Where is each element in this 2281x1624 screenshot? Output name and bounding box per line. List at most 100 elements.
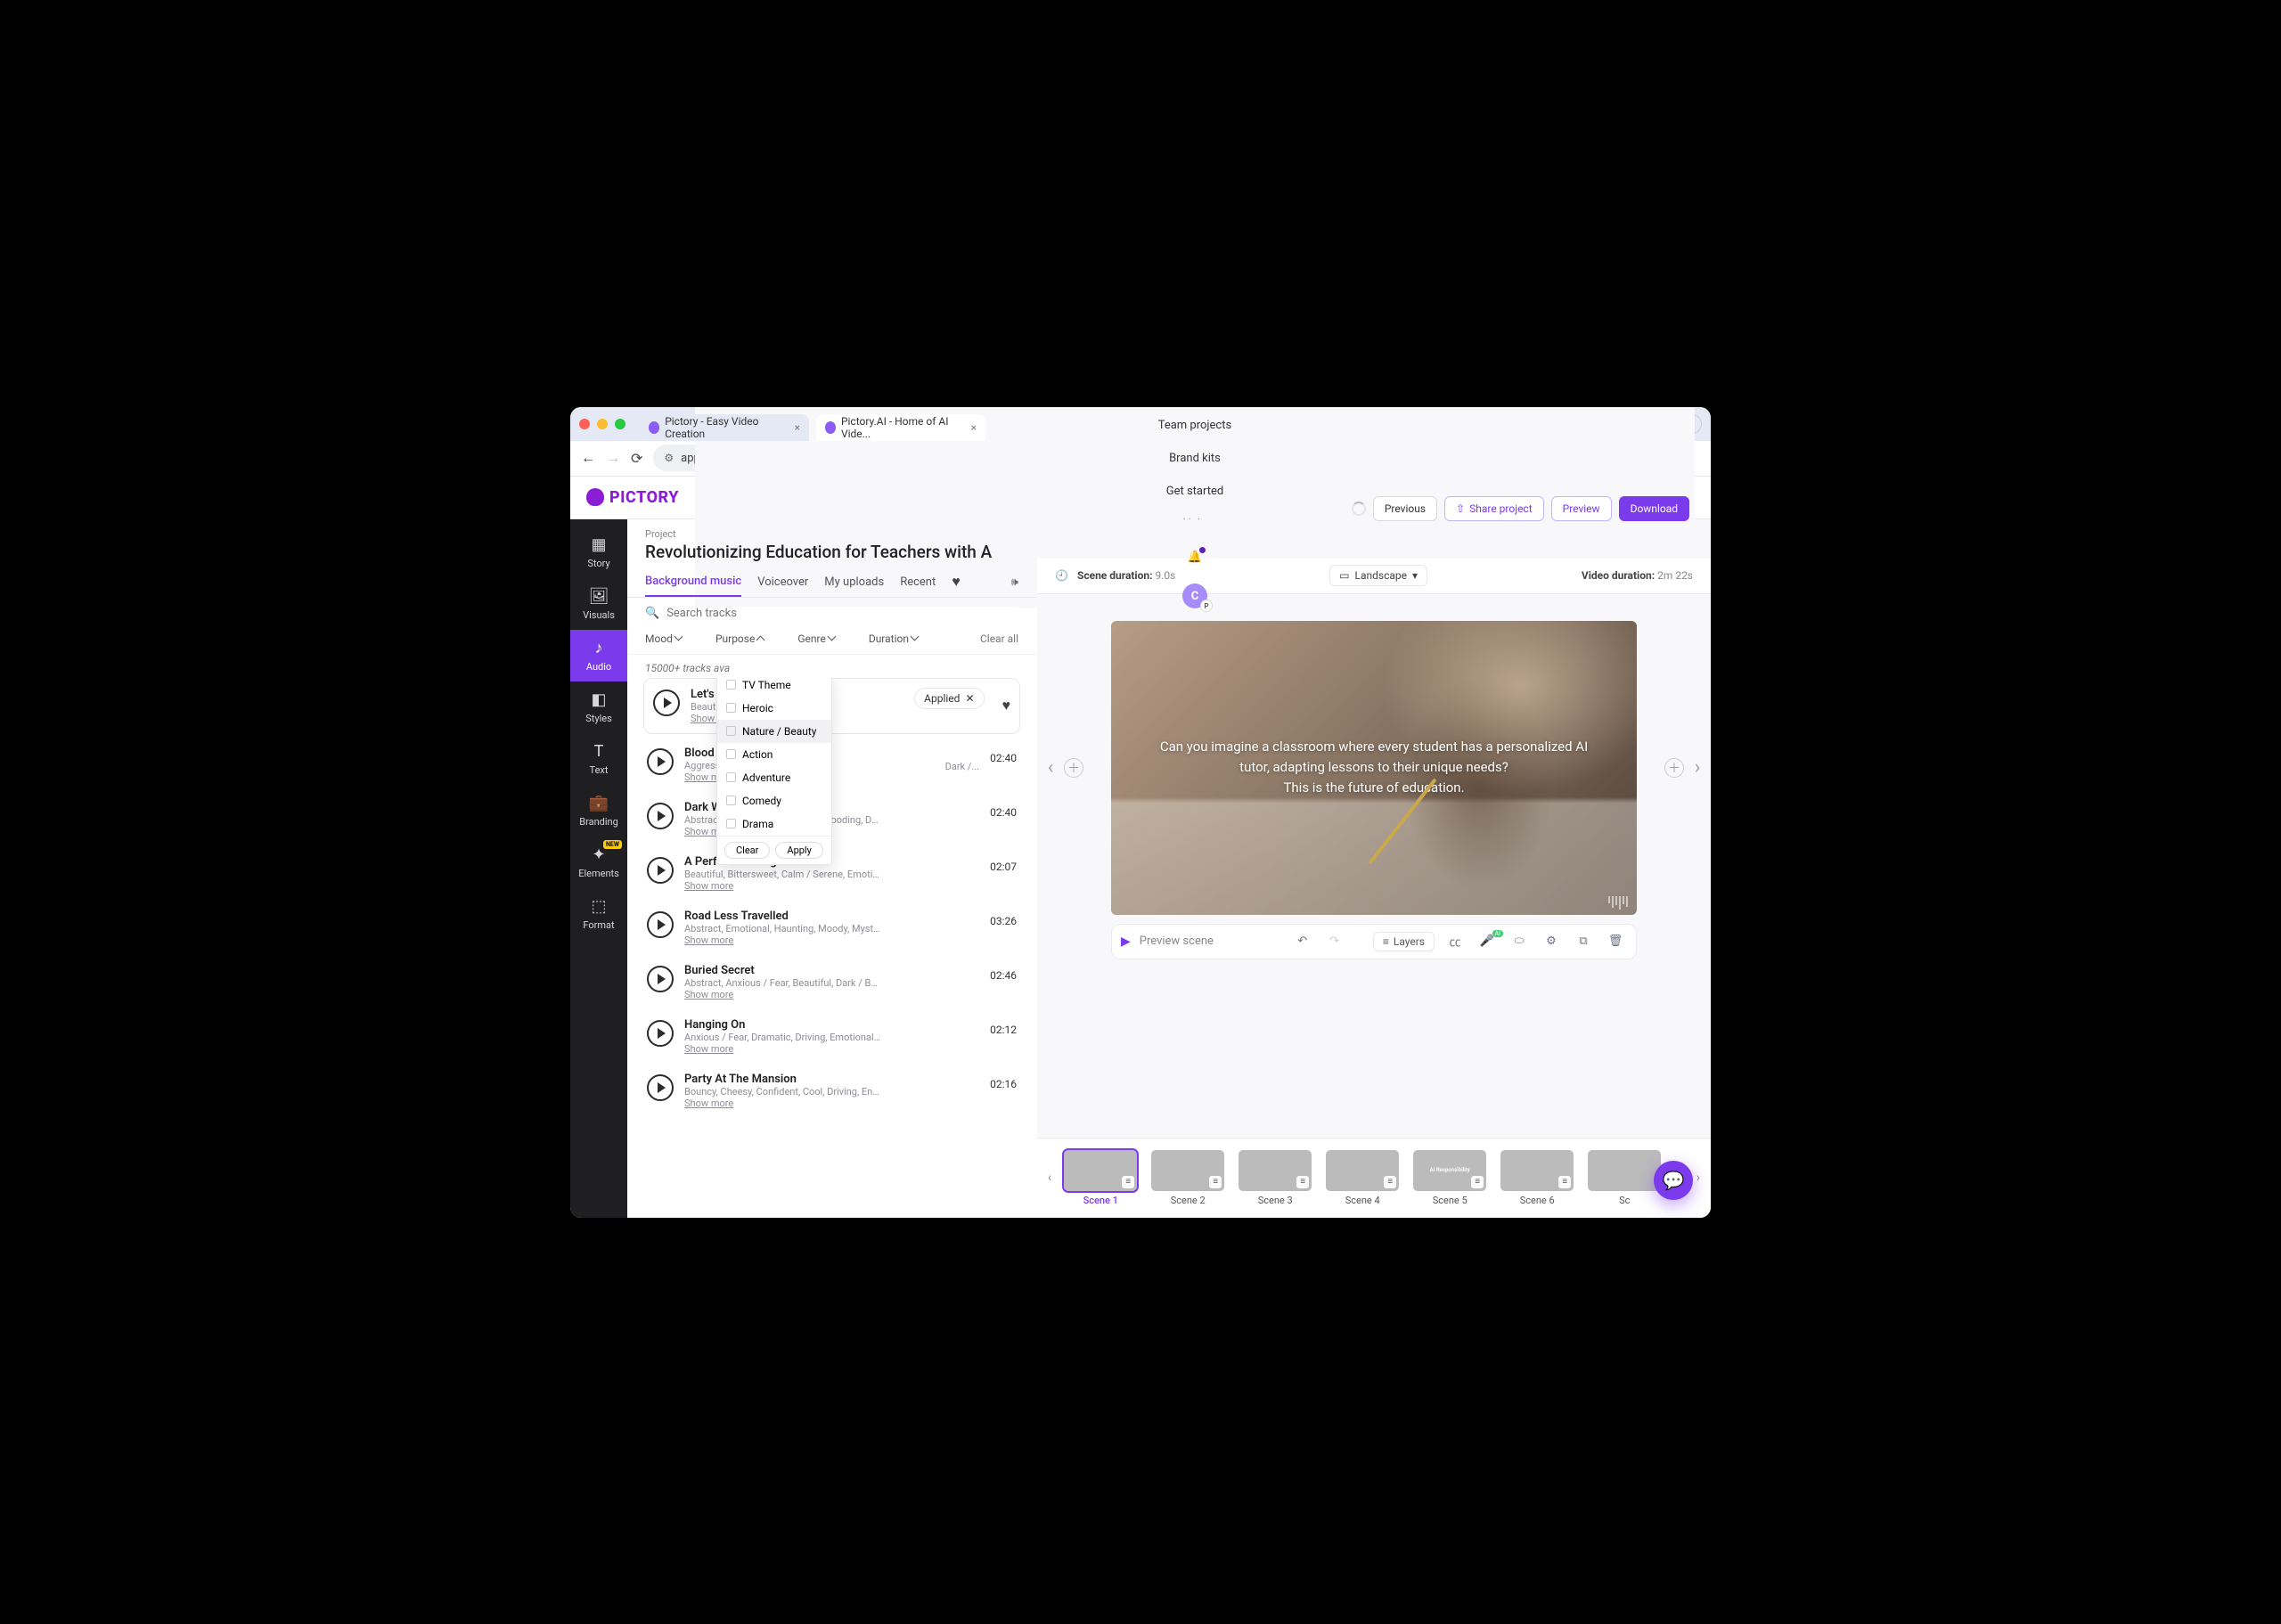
show-more-link[interactable]: Show more xyxy=(684,1098,979,1109)
preview-button[interactable]: Preview xyxy=(1551,519,1612,521)
voiceover-icon[interactable]: 🎤AI xyxy=(1476,934,1499,948)
filter-mood[interactable]: Mood xyxy=(645,632,683,645)
download-button[interactable]: Download xyxy=(1619,519,1689,521)
notifications-icon[interactable]: 🔔 xyxy=(1188,551,1202,564)
caption-line: This is the future of education. xyxy=(1283,778,1464,798)
track-duration: 02:46 xyxy=(990,964,1017,982)
play-icon[interactable] xyxy=(647,803,674,829)
add-scene-after-button[interactable]: ＋ xyxy=(1664,758,1684,778)
brand-kits-link[interactable]: Brand kits xyxy=(1169,452,1221,465)
stack-icon: ≡ xyxy=(1384,1176,1396,1188)
play-icon[interactable] xyxy=(647,857,674,884)
notification-dot xyxy=(1199,547,1206,553)
play-icon[interactable] xyxy=(647,748,674,775)
dropdown-option[interactable]: Heroic xyxy=(717,697,831,720)
tab-my-uploads[interactable]: My uploads xyxy=(824,568,884,596)
option-label: Adventure xyxy=(742,771,790,784)
dropdown-option[interactable]: TV Theme xyxy=(717,678,831,697)
dropdown-option[interactable]: Action xyxy=(717,743,831,766)
applied-chip[interactable]: Applied✕ xyxy=(914,688,984,709)
play-icon[interactable] xyxy=(647,1020,674,1047)
play-icon[interactable] xyxy=(647,911,674,938)
dropdown-option[interactable]: Drama xyxy=(717,812,831,836)
maximize-window-icon[interactable] xyxy=(615,419,625,429)
dropdown-option[interactable]: Comedy xyxy=(717,789,831,812)
play-icon[interactable] xyxy=(647,1074,674,1101)
dropdown-apply-button[interactable]: Apply xyxy=(775,842,822,859)
close-icon[interactable]: ✕ xyxy=(965,692,974,705)
minimize-window-icon[interactable] xyxy=(597,419,608,429)
track-row: Party At The MansionBouncy, Cheesy, Conf… xyxy=(643,1064,1020,1118)
rail-story[interactable]: ▦Story xyxy=(570,526,627,578)
show-more-link[interactable]: Show more xyxy=(684,880,979,892)
prev-scene-arrow-icon[interactable]: ‹ xyxy=(1041,753,1060,783)
audio-panel: Project Revolutionizing Education for Te… xyxy=(627,519,1037,1218)
reload-icon[interactable]: ⟳ xyxy=(631,450,642,467)
audio-subtabs: Background music Voiceover My uploads Re… xyxy=(627,567,1036,598)
scene-thumb[interactable]: ≡Scene 5 xyxy=(1411,1150,1488,1206)
back-icon[interactable]: ← xyxy=(581,449,595,467)
forward-icon[interactable]: → xyxy=(606,449,620,467)
dropdown-clear-button[interactable]: Clear xyxy=(724,842,770,859)
scene-thumb[interactable]: ≡Scene 3 xyxy=(1237,1150,1313,1206)
pictory-logo[interactable]: PICTORY xyxy=(586,488,679,507)
scene-thumb[interactable]: ≡Scene 1 xyxy=(1062,1150,1139,1206)
site-info-icon[interactable]: ⚙ xyxy=(664,452,674,464)
close-tab-icon[interactable]: × xyxy=(971,421,977,434)
rail-visuals[interactable]: 🖼Visuals xyxy=(570,578,627,630)
close-window-icon[interactable] xyxy=(579,419,590,429)
scene-thumb[interactable]: Sc xyxy=(1586,1150,1663,1206)
intercom-chat-button[interactable]: 💬 xyxy=(1654,1161,1693,1200)
dropdown-option[interactable]: Nature / Beauty xyxy=(717,720,831,743)
caption-overlay[interactable]: Can you imagine a classroom where every … xyxy=(1111,621,1637,915)
track-list[interactable]: TV Theme Heroic Nature / Beauty Action A… xyxy=(627,678,1036,1218)
browser-tab[interactable]: Pictory - Easy Video Creation × xyxy=(640,414,809,441)
volume-icon[interactable]: 🕪 xyxy=(1011,575,1018,589)
scene-label: Scene 5 xyxy=(1433,1195,1468,1206)
rail-styles[interactable]: ◧Styles xyxy=(570,681,627,733)
rail-text[interactable]: TText xyxy=(570,733,627,785)
scroll-right-icon[interactable]: › xyxy=(1696,1171,1700,1185)
track-duration: 02:40 xyxy=(990,747,1017,764)
scene-canvas[interactable]: Can you imagine a classroom where every … xyxy=(1111,621,1637,915)
add-scene-before-button[interactable]: ＋ xyxy=(1064,758,1083,778)
filter-genre[interactable]: Genre xyxy=(797,632,836,645)
show-more-link[interactable]: Show more xyxy=(684,934,979,946)
previous-button[interactable]: Previous xyxy=(1373,519,1437,521)
show-more-link[interactable]: Show more xyxy=(684,1043,979,1055)
format-icon: ⬚ xyxy=(591,897,606,916)
next-scene-arrow-icon[interactable]: › xyxy=(1688,753,1707,783)
close-tab-icon[interactable]: × xyxy=(795,421,800,434)
project-title[interactable]: Revolutionizing Education for Teachers w… xyxy=(645,542,1018,562)
favorite-icon[interactable]: ♥ xyxy=(1002,697,1011,714)
scroll-left-icon[interactable]: ‹ xyxy=(1048,1171,1051,1185)
scene-thumb[interactable]: ≡Scene 4 xyxy=(1324,1150,1401,1206)
tab-background-music[interactable]: Background music xyxy=(645,567,741,597)
browser-tab-active[interactable]: Pictory.AI - Home of AI Vide... × xyxy=(816,414,985,441)
filter-row: Mood Purpose Genre Duration Clear all xyxy=(627,629,1036,655)
play-icon[interactable] xyxy=(647,966,674,992)
show-more-link[interactable]: Show more xyxy=(684,989,979,1000)
play-icon[interactable] xyxy=(653,690,680,716)
rail-audio[interactable]: ♪Audio xyxy=(570,630,627,681)
clear-all-button[interactable]: Clear all xyxy=(980,632,1018,645)
favorites-icon[interactable]: ♥ xyxy=(952,573,961,591)
tab-recent[interactable]: Recent xyxy=(900,568,936,596)
rail-label: Branding xyxy=(579,816,618,828)
filter-duration[interactable]: Duration xyxy=(869,632,920,645)
share-project-button[interactable]: ⇧Share project xyxy=(1444,519,1544,521)
checkbox-icon xyxy=(726,819,736,828)
dropdown-option[interactable]: Adventure xyxy=(717,766,831,789)
search-input[interactable] xyxy=(666,607,1018,620)
scene-thumb[interactable]: ≡Scene 2 xyxy=(1149,1150,1226,1206)
tab-voiceover[interactable]: Voiceover xyxy=(757,568,808,596)
team-projects-link[interactable]: Team projects xyxy=(1158,419,1231,432)
rail-branding[interactable]: 💼Branding xyxy=(570,785,627,836)
scene-thumb[interactable]: ≡Scene 6 xyxy=(1499,1150,1575,1206)
get-started-link[interactable]: Get started xyxy=(1166,485,1223,498)
orientation-select[interactable]: ▭ Landscape ▾ xyxy=(1329,565,1427,586)
tab-title: Pictory.AI - Home of AI Vide... xyxy=(841,415,961,440)
rail-format[interactable]: ⬚Format xyxy=(570,888,627,940)
rail-elements[interactable]: NEW✦Elements xyxy=(570,836,627,888)
filter-purpose[interactable]: Purpose xyxy=(715,632,765,645)
